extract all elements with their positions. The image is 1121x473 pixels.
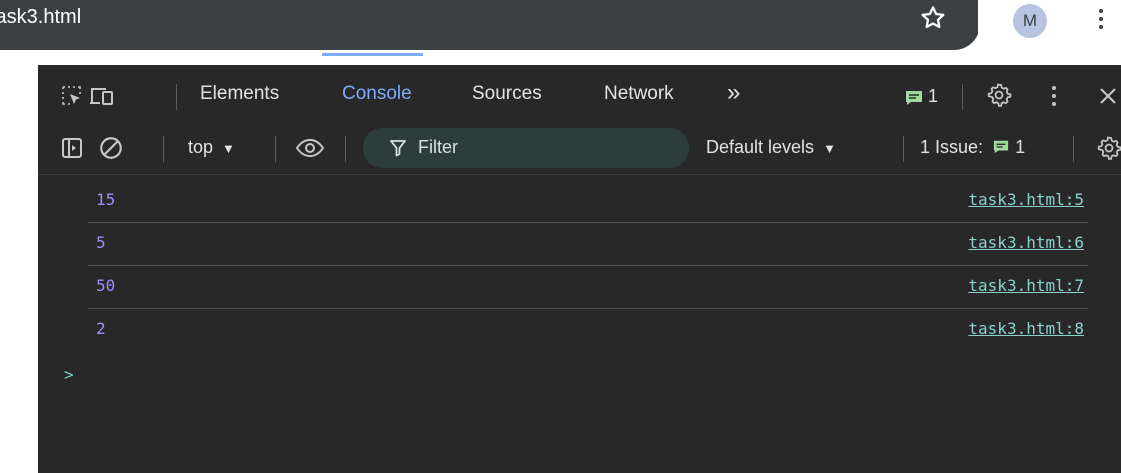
log-value: 50	[96, 276, 116, 295]
active-tab-indicator	[322, 53, 423, 56]
tab-bar-separator	[962, 84, 963, 110]
message-count: 1	[928, 86, 939, 106]
message-icon[interactable]	[904, 89, 924, 107]
tab-sources[interactable]: Sources	[472, 83, 542, 105]
source-link[interactable]: task3.html:8	[968, 319, 1084, 338]
filter-placeholder: Filter	[418, 137, 458, 157]
page-gutter	[0, 55, 38, 473]
profile-avatar[interactable]: M	[1013, 4, 1047, 38]
dropdown-arrow-icon: ▼	[222, 141, 235, 156]
sidebar-toggle-icon[interactable]	[60, 136, 84, 160]
settings-icon[interactable]	[986, 82, 1012, 108]
browser-menu-icon[interactable]	[1094, 6, 1108, 34]
console-settings-icon[interactable]	[1096, 135, 1121, 161]
issues-button[interactable]: 1 Issue: 1	[920, 137, 1025, 158]
source-link[interactable]: task3.html:6	[968, 233, 1084, 252]
tab-console[interactable]: Console	[342, 83, 412, 105]
address-bar[interactable]: l/task3.html	[0, 0, 980, 50]
filter-input[interactable]	[363, 128, 689, 168]
log-value: 5	[96, 233, 106, 252]
context-selector[interactable]: top ▼	[188, 137, 235, 158]
toolbar-separator	[275, 136, 276, 162]
clear-console-icon[interactable]	[98, 135, 124, 161]
console-message-row: 15 task3.html:5	[88, 180, 1088, 223]
console-prompt[interactable]: >	[64, 365, 74, 384]
source-link[interactable]: task3.html:5	[968, 190, 1084, 209]
console-message-row: 5 task3.html:6	[88, 223, 1088, 266]
log-levels-dropdown[interactable]: Default levels ▼	[706, 137, 836, 158]
context-label: top	[188, 137, 214, 157]
dropdown-arrow-icon: ▼	[823, 141, 836, 156]
live-expression-eye-icon[interactable]	[294, 136, 326, 160]
source-link[interactable]: task3.html:7	[968, 276, 1084, 295]
issues-count: 1	[1015, 137, 1026, 157]
more-tabs-icon[interactable]: »	[727, 79, 740, 107]
more-options-icon[interactable]	[1050, 84, 1058, 108]
console-message-row: 2 task3.html:8	[88, 309, 1088, 351]
log-levels-label: Default levels	[706, 137, 815, 157]
bookmark-star-icon[interactable]	[918, 3, 948, 33]
message-icon	[993, 140, 1009, 154]
log-value: 2	[96, 319, 106, 338]
close-icon[interactable]	[1098, 86, 1118, 106]
tab-elements[interactable]: Elements	[200, 83, 279, 105]
toolbar-separator	[903, 136, 904, 162]
url-text[interactable]: l/task3.html	[0, 6, 81, 29]
console-message-row: 50 task3.html:7	[88, 266, 1088, 309]
issues-label: 1 Issue:	[920, 137, 984, 157]
toolbar-separator	[163, 136, 164, 162]
inspect-element-icon[interactable]	[60, 84, 84, 108]
browser-toolbar: l/task3.html M	[0, 0, 1121, 55]
toolbar-separator	[1073, 136, 1074, 162]
device-toolbar-icon[interactable]	[89, 84, 117, 108]
toolbar-separator	[345, 136, 346, 162]
filter-funnel-icon	[390, 140, 406, 157]
tab-bar-separator	[176, 84, 177, 110]
log-value: 15	[96, 190, 116, 209]
tab-network[interactable]: Network	[604, 83, 674, 105]
